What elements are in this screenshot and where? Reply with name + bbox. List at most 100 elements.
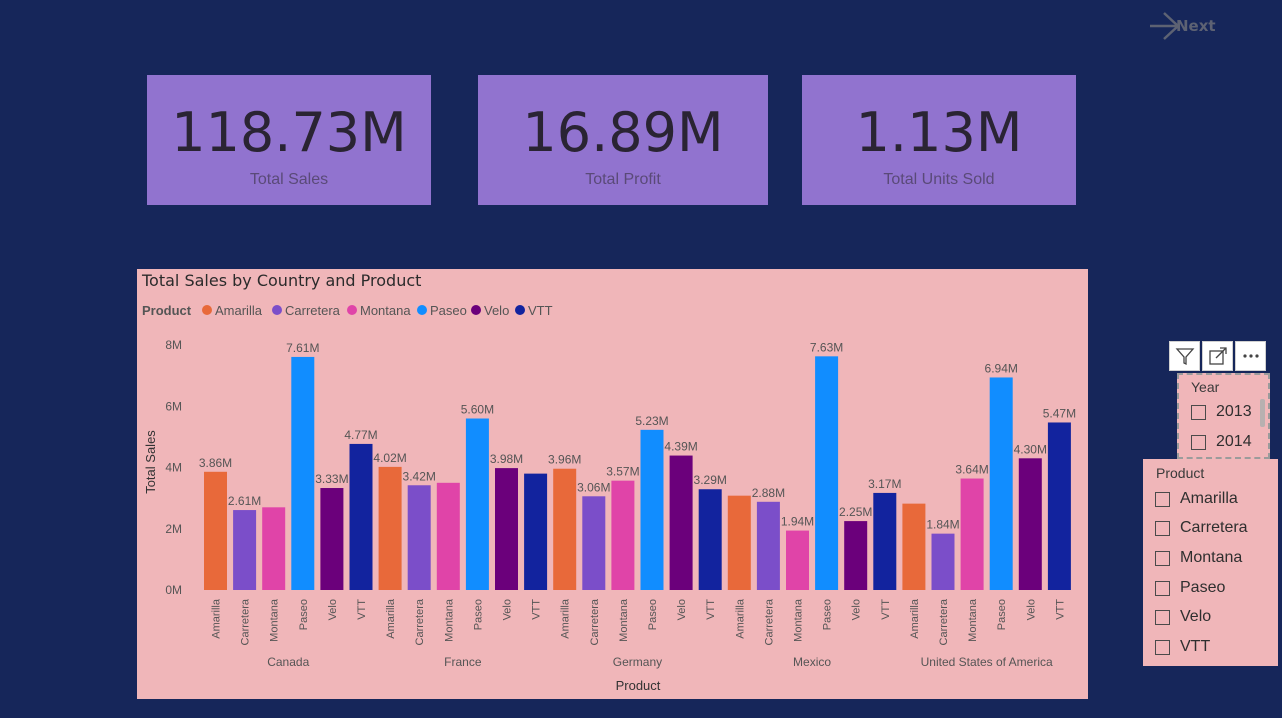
x-tick-label: Velo — [502, 599, 514, 620]
legend-swatch-vtt — [515, 305, 525, 315]
checkbox[interactable] — [1191, 434, 1206, 450]
data-label: 4.02M — [373, 451, 406, 465]
x-tick-label: Velo — [327, 599, 339, 620]
y-tick-label: 0M — [165, 583, 182, 597]
legend-label-montana: Montana — [360, 303, 411, 318]
bar-canada-carretera — [233, 510, 257, 590]
x-tick-label: Paseo — [472, 599, 484, 630]
checkbox[interactable] — [1191, 404, 1206, 420]
data-label: 1.94M — [781, 515, 814, 529]
checkbox[interactable] — [1155, 609, 1170, 625]
legend-swatch-amarilla — [202, 305, 212, 315]
bar-united-states-of-america-amarilla — [902, 503, 926, 590]
product-slicer: Product Amarilla Carretera Montana Paseo… — [1143, 459, 1278, 666]
checkbox[interactable] — [1155, 550, 1170, 566]
bar-canada-montana — [262, 507, 286, 590]
checkbox[interactable] — [1155, 491, 1170, 507]
data-label: 4.30M — [1014, 442, 1047, 456]
legend-label-vtt: VTT — [528, 303, 553, 318]
legend-swatch-velo — [471, 305, 481, 315]
data-label: 3.98M — [490, 452, 523, 466]
data-label: 1.84M — [926, 518, 959, 532]
product-option-montana[interactable]: Montana — [1155, 547, 1242, 569]
data-label: 3.06M — [577, 480, 610, 494]
product-option-carretera[interactable]: Carretera — [1155, 517, 1248, 539]
bar-mexico-amarilla — [727, 495, 751, 590]
data-label: 3.96M — [548, 453, 581, 467]
legend-swatch-paseo — [417, 305, 427, 315]
country-label: United States of America — [921, 655, 1053, 669]
bar-germany-amarilla — [553, 468, 577, 590]
next-button[interactable]: Next — [1148, 10, 1218, 42]
kpi-label: Total Profit — [585, 171, 661, 188]
sales-chart-panel[interactable]: Total Sales by Country and Product Produc… — [137, 269, 1088, 699]
x-tick-label: Amarilla — [211, 598, 223, 639]
data-label: 4.39M — [664, 440, 697, 454]
x-tick-label: Amarilla — [909, 598, 921, 639]
x-tick-label: Amarilla — [385, 598, 397, 639]
data-label: 5.23M — [635, 414, 668, 428]
product-option-amarilla[interactable]: Amarilla — [1155, 488, 1238, 510]
x-tick-label: Amarilla — [560, 598, 572, 639]
y-tick-label: 6M — [165, 399, 182, 413]
data-label: 3.29M — [694, 473, 727, 487]
country-label: Germany — [613, 655, 662, 669]
bar-mexico-carretera — [756, 501, 780, 590]
x-tick-label: VTT — [1054, 599, 1066, 620]
x-tick-label: Velo — [676, 599, 688, 620]
focus-mode-button[interactable] — [1202, 341, 1233, 371]
country-label: Canada — [267, 655, 309, 669]
checkbox[interactable] — [1155, 639, 1170, 655]
x-tick-label: Montana — [967, 598, 979, 642]
more-options-button[interactable] — [1235, 341, 1266, 371]
data-label: 2.25M — [839, 505, 872, 519]
product-option-paseo[interactable]: Paseo — [1155, 577, 1225, 599]
bar-canada-vtt — [349, 443, 373, 590]
x-tick-label: Carretera — [240, 598, 252, 645]
sales-bar-chart: Total Sales by Country and Product Produc… — [141, 271, 1076, 693]
x-tick-label: Velo — [851, 599, 863, 620]
year-option-2014[interactable]: 2014 — [1191, 431, 1252, 453]
more-options-icon — [1242, 354, 1259, 358]
product-option-velo[interactable]: Velo — [1155, 606, 1211, 628]
x-tick-label: Paseo — [996, 599, 1008, 630]
bar-france-vtt — [524, 473, 548, 590]
bar-united-states-of-america-paseo — [989, 377, 1013, 590]
kpi-card-total-sales: 118.73M Total Sales — [147, 75, 431, 205]
x-tick-label: VTT — [356, 599, 368, 620]
data-label: 3.86M — [199, 456, 232, 470]
data-label: 3.57M — [606, 465, 639, 479]
filter-icon — [1175, 348, 1194, 366]
x-tick-label: Velo — [1025, 599, 1037, 620]
bar-canada-amarilla — [204, 471, 227, 590]
product-label: Carretera — [1180, 519, 1248, 536]
x-tick-label: Montana — [443, 598, 455, 642]
year-option-2013[interactable]: 2013 — [1191, 401, 1252, 423]
data-label: 3.42M — [403, 469, 436, 483]
x-tick-label: Paseo — [647, 599, 659, 630]
product-option-vtt[interactable]: VTT — [1155, 636, 1210, 658]
data-label: 3.64M — [955, 463, 988, 477]
data-label: 4.77M — [344, 428, 377, 442]
data-label: 3.33M — [315, 472, 348, 486]
bar-united-states-of-america-velo — [1018, 458, 1042, 590]
data-label: 2.61M — [228, 494, 261, 508]
country-label: France — [444, 655, 482, 669]
bar-canada-paseo — [291, 356, 315, 590]
bar-france-amarilla — [378, 466, 402, 590]
x-tick-label: VTT — [880, 599, 892, 620]
x-axis-label: Product — [616, 678, 661, 693]
product-label: Amarilla — [1180, 490, 1238, 507]
bar-france-velo — [495, 468, 518, 590]
kpi-value: 1.13M — [855, 101, 1023, 164]
chart-title: Total Sales by Country and Product — [141, 271, 421, 290]
bar-canada-velo — [320, 488, 344, 590]
bar-united-states-of-america-montana — [960, 478, 984, 590]
checkbox[interactable] — [1155, 580, 1170, 596]
year-slicer: Year 2013 2014 — [1177, 373, 1270, 459]
y-tick-label: 4M — [165, 461, 182, 475]
scrollbar[interactable] — [1260, 399, 1265, 427]
bar-germany-carretera — [582, 496, 606, 590]
checkbox[interactable] — [1155, 520, 1170, 536]
filter-button[interactable] — [1169, 341, 1200, 371]
